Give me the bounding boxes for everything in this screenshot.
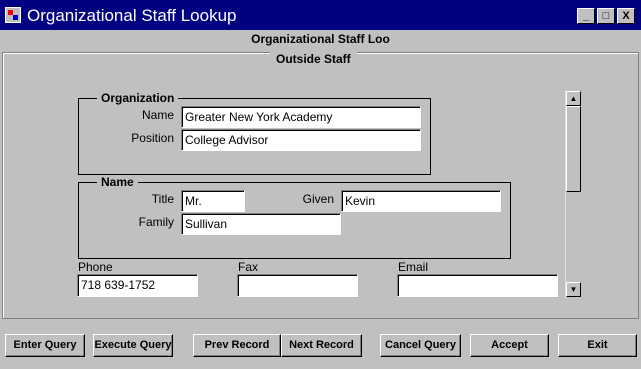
scroll-thumb[interactable]	[566, 106, 581, 192]
email-field[interactable]	[397, 274, 558, 297]
position-field[interactable]: College Advisor	[181, 129, 421, 151]
fax-label: Fax	[238, 260, 259, 274]
scroll-down-button[interactable]: ▼	[566, 282, 581, 297]
form-subtitle: Organizational Staff Loo	[251, 32, 390, 46]
app-icon[interactable]	[5, 7, 21, 23]
panel-legend: Outside Staff	[270, 52, 357, 66]
minimize-button[interactable]: _	[577, 8, 595, 24]
cancel-query-button[interactable]: Cancel Query	[380, 334, 461, 357]
close-button[interactable]: X	[617, 8, 635, 24]
org-name-field[interactable]: Greater New York Academy	[181, 106, 421, 128]
email-label: Email	[398, 260, 429, 274]
phone-field[interactable]: 718 639-1752	[77, 274, 198, 297]
fax-field[interactable]	[237, 274, 358, 297]
exit-button[interactable]: Exit	[558, 334, 637, 357]
title-field[interactable]: Mr.	[181, 190, 245, 212]
enter-query-button[interactable]: Enter Query	[5, 334, 85, 357]
title-bar[interactable]: Organizational Staff Lookup _ □ X	[0, 0, 641, 30]
next-record-button[interactable]: Next Record	[281, 334, 362, 357]
org-name-label: Name	[141, 108, 174, 122]
position-label: Position	[131, 131, 174, 145]
accept-button[interactable]: Accept	[470, 334, 549, 357]
title-label: Title	[151, 192, 174, 206]
maximize-button[interactable]: □	[597, 8, 615, 24]
scroll-up-button[interactable]: ▲	[566, 91, 581, 106]
prev-record-button[interactable]: Prev Record	[193, 334, 281, 357]
family-label: Family	[138, 215, 174, 229]
phone-label: Phone	[78, 260, 113, 274]
given-field[interactable]: Kevin	[341, 190, 501, 212]
execute-query-button[interactable]: Execute Query	[93, 334, 173, 357]
given-label: Given	[302, 192, 334, 206]
name-legend: Name	[97, 175, 138, 189]
window-title: Organizational Staff Lookup	[27, 6, 237, 25]
family-field[interactable]: Sullivan	[181, 213, 341, 235]
organization-legend: Organization	[97, 91, 179, 105]
